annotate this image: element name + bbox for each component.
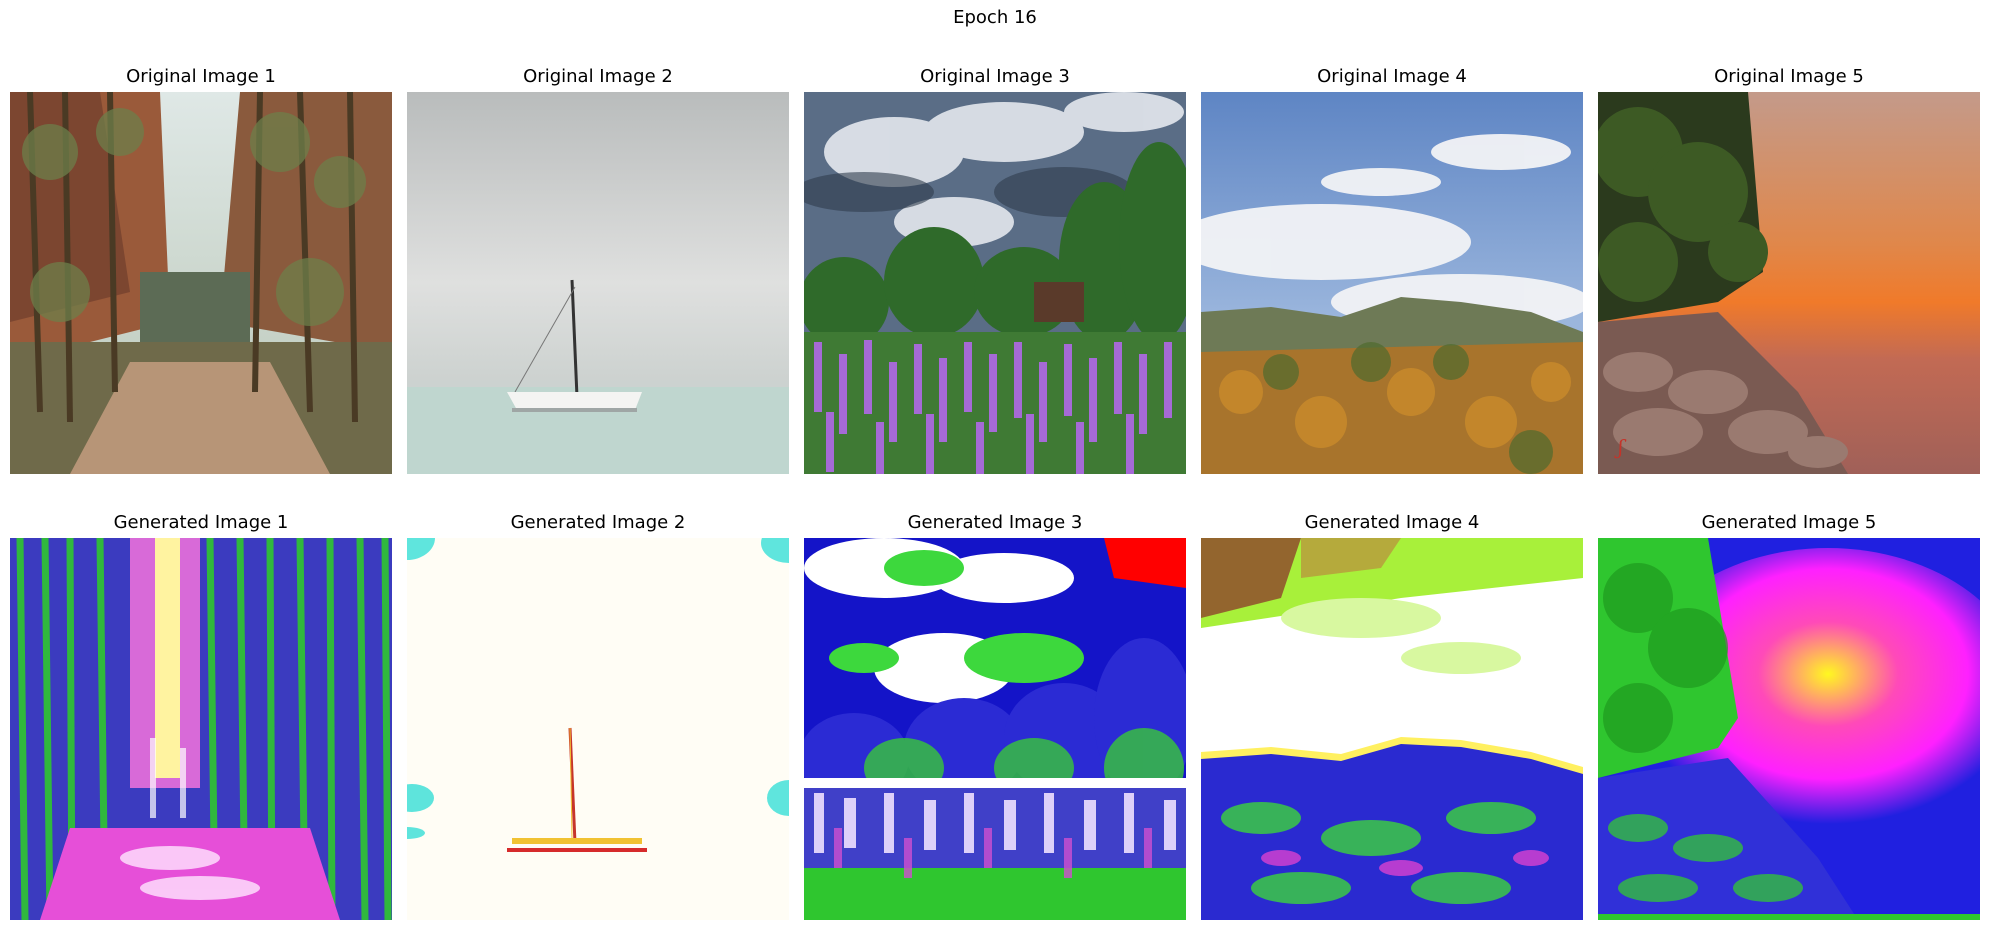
generated-image-1 <box>10 538 392 920</box>
panel-title: Original Image 4 <box>1317 66 1467 87</box>
panel-title: Original Image 2 <box>523 66 673 87</box>
generated-image-4 <box>1201 538 1583 920</box>
panel-title: Generated Image 5 <box>1701 512 1877 533</box>
panel-title: Original Image 5 <box>1714 66 1864 87</box>
generated-image-2 <box>407 538 789 920</box>
original-image-5: ʃ <box>1598 92 1980 474</box>
generated-image-3 <box>804 538 1186 920</box>
figure-title: Epoch 16 <box>953 7 1037 28</box>
panel-title: Original Image 1 <box>126 66 276 87</box>
panel-title: Generated Image 4 <box>1304 512 1480 533</box>
panel-title: Generated Image 1 <box>113 512 289 533</box>
original-image-3 <box>804 92 1186 474</box>
panel-title: Original Image 3 <box>920 66 1070 87</box>
original-image-1 <box>10 92 392 474</box>
generated-image-5 <box>1598 538 1980 920</box>
original-image-4 <box>1201 92 1583 474</box>
original-image-2 <box>407 92 789 474</box>
panel-title: Generated Image 3 <box>907 512 1083 533</box>
panel-title: Generated Image 2 <box>510 512 686 533</box>
